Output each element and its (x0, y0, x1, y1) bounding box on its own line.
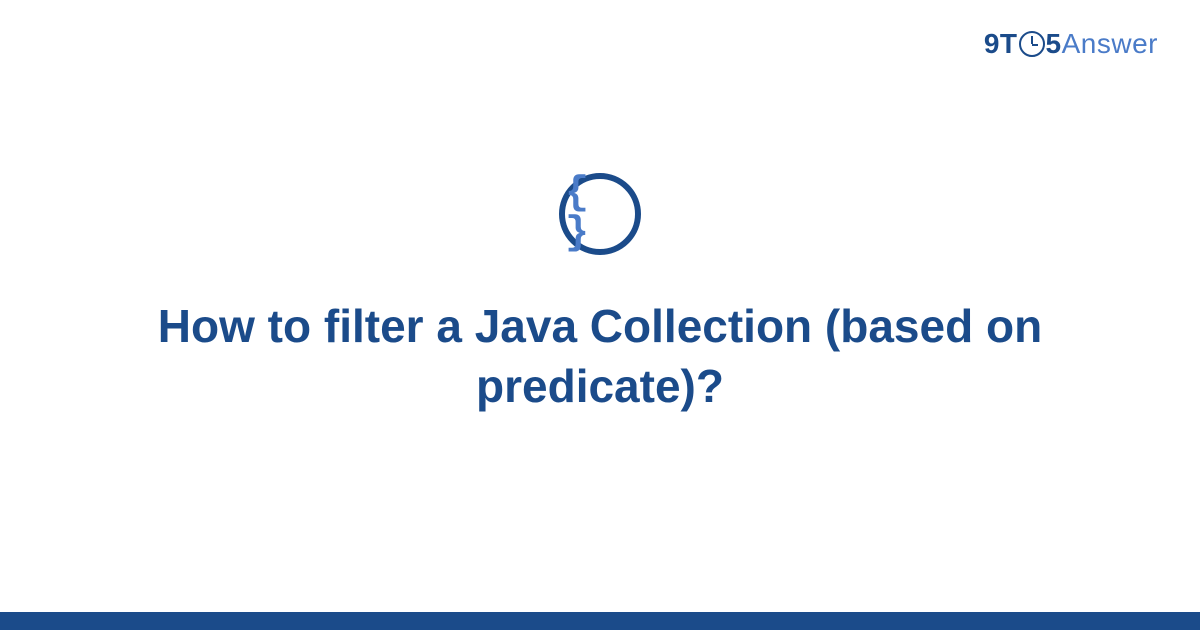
question-title: How to filter a Java Collection (based o… (150, 297, 1050, 417)
code-braces-icon: { } (565, 174, 635, 254)
main-content: { } How to filter a Java Collection (bas… (0, 0, 1200, 630)
footer-accent-bar (0, 612, 1200, 630)
topic-icon-circle: { } (559, 173, 641, 255)
